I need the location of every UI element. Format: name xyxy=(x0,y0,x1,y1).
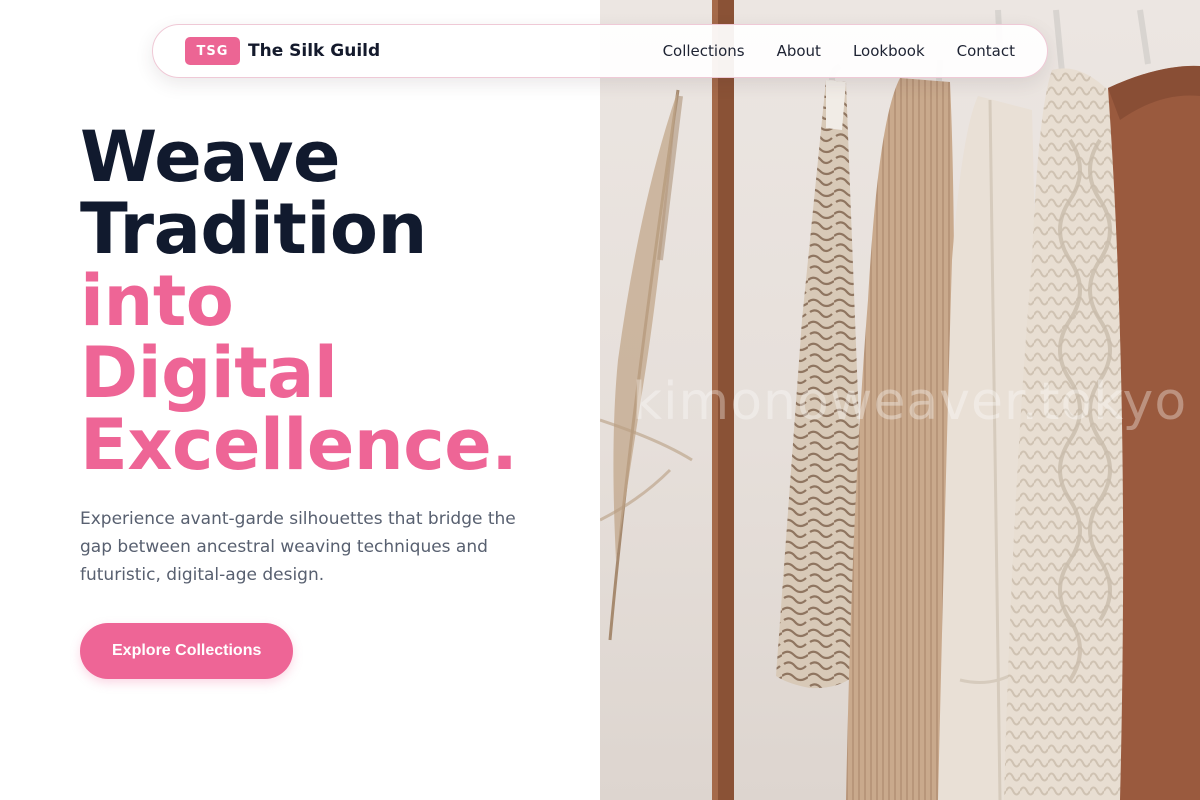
brand-name: The Silk Guild xyxy=(248,41,381,61)
photo-watermark: kimonoweaver.tokyo xyxy=(632,372,1188,432)
ribbed-sweater xyxy=(846,78,955,800)
headline-line: Tradition xyxy=(80,188,427,270)
nav-link-collections[interactable]: Collections xyxy=(663,42,745,60)
nav-link-lookbook[interactable]: Lookbook xyxy=(853,42,925,60)
nav-link-about[interactable]: About xyxy=(777,42,821,60)
top-navbar: TSG The Silk Guild Collections About Loo… xyxy=(152,24,1048,78)
explore-collections-button[interactable]: Explore Collections xyxy=(80,623,294,679)
hero-headline: Weave Tradition into Digital Excellence. xyxy=(80,121,580,481)
headline-accent-line: Excellence. xyxy=(80,404,518,486)
hero-section: Weave Tradition into Digital Excellence.… xyxy=(80,121,580,679)
headline-line: Weave xyxy=(80,116,341,198)
nav-link-contact[interactable]: Contact xyxy=(957,42,1015,60)
headline-accent-line: into xyxy=(80,260,234,342)
nav-links: Collections About Lookbook Contact xyxy=(663,42,1015,60)
brand-badge: TSG xyxy=(185,37,240,65)
hero-photo: kimonoweaver.tokyo xyxy=(600,0,1200,800)
headline-accent-line: Digital xyxy=(80,332,338,414)
hero-subtext: Experience avant-garde silhouettes that … xyxy=(80,509,516,585)
pampas-grass xyxy=(600,89,693,641)
brand-logo[interactable]: TSG The Silk Guild xyxy=(185,37,380,65)
